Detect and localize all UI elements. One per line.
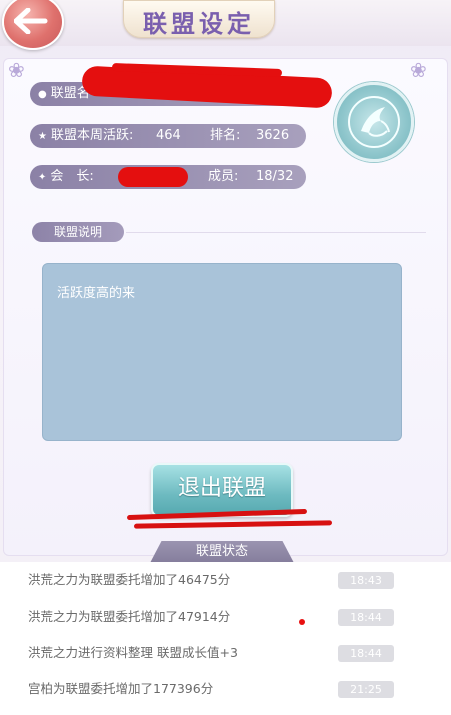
title-plate: 联盟设定 <box>123 0 275 38</box>
star-icon: ● <box>38 89 47 100</box>
log-time: 18:44 <box>338 609 394 626</box>
status-title: 联盟状态 <box>150 541 294 563</box>
log-time: 21:25 <box>338 681 394 698</box>
back-arrow-icon <box>14 8 48 34</box>
log-time: 18:44 <box>338 645 394 662</box>
alliance-emblem <box>334 82 414 162</box>
alliance-activity-row: ★ 联盟本周活跃: 464 排名: 3626 <box>30 124 306 148</box>
log-text: 宫柏为联盟委托增加了177396分 <box>28 681 214 696</box>
log-text: 洪荒之力进行资料整理 联盟成长值+3 <box>28 645 238 660</box>
rank-label: 排名: <box>210 128 241 143</box>
log-text: 洪荒之力为联盟委托增加了47914分 <box>28 609 231 624</box>
description-box[interactable]: 活跃度高的来 <box>42 263 402 441</box>
phoenix-emblem-icon <box>348 96 400 148</box>
rank-value: 3626 <box>256 128 290 143</box>
log-time: 18:43 <box>338 572 394 589</box>
description-label: 联盟说明 <box>32 222 124 242</box>
members-label: 成员: <box>208 169 239 184</box>
members-value: 18/32 <box>256 169 294 184</box>
log-text: 洪荒之力为联盟委托增加了46475分 <box>28 572 231 587</box>
star-icon: ★ <box>38 131 47 142</box>
quit-alliance-button[interactable]: 退出联盟 <box>151 463 293 517</box>
redaction-mark <box>118 167 188 187</box>
activity-label: 联盟本周活跃: <box>50 128 134 143</box>
red-dot-mark <box>299 619 305 625</box>
activity-value: 464 <box>156 128 181 143</box>
leader-label: 会 长: <box>50 169 94 184</box>
corner-ornament-right-icon: ❀ <box>410 58 427 82</box>
page-title: 联盟设定 <box>143 10 255 38</box>
star-icon: ✦ <box>38 172 47 183</box>
divider <box>126 232 426 233</box>
description-text: 活跃度高的来 <box>57 286 136 301</box>
